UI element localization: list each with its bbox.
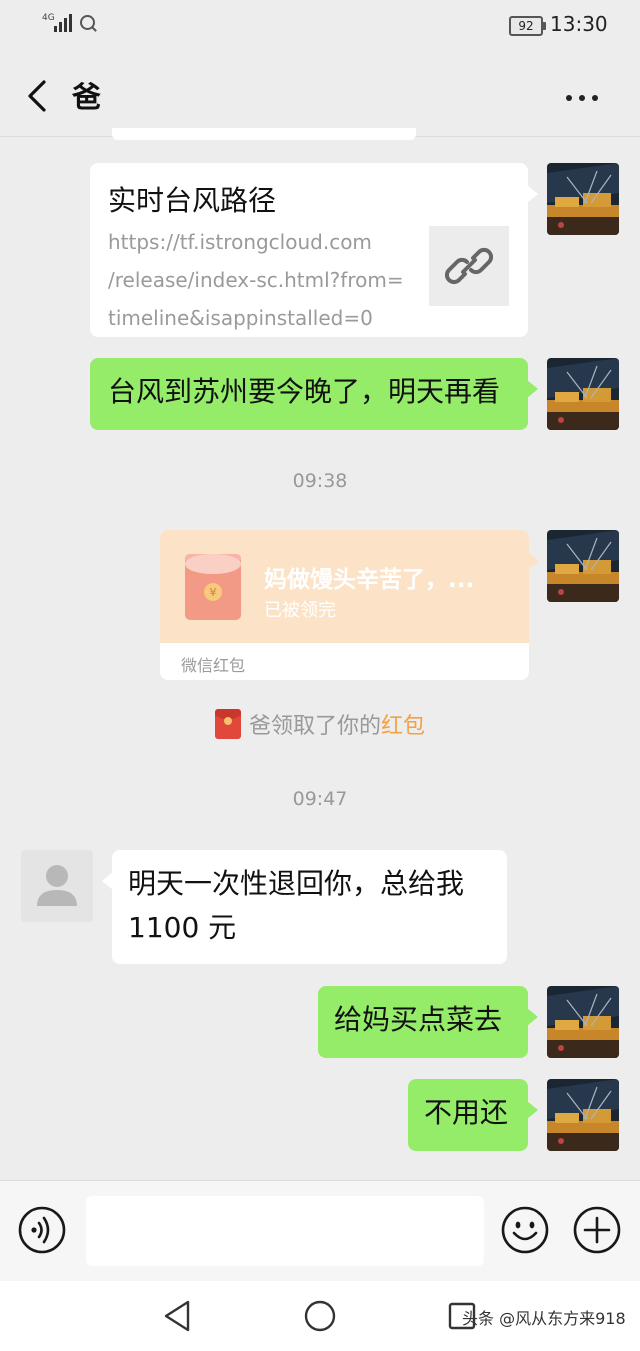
red-packet-footer: 微信红包 xyxy=(181,656,246,675)
timestamp: 09:47 xyxy=(292,788,348,810)
red-packet-icon: ¥ xyxy=(184,552,242,622)
my-avatar[interactable] xyxy=(547,1079,619,1151)
red-packet-message[interactable]: ¥ 妈做馒头辛苦了，... 已被领完 微信红包 xyxy=(160,530,539,680)
previous-message-edge xyxy=(112,128,416,140)
link-icon xyxy=(429,226,509,306)
my-avatar[interactable] xyxy=(547,358,619,430)
my-avatar[interactable] xyxy=(547,530,619,602)
link-url-line: /release/index-sc.html?from= xyxy=(108,268,404,292)
signal-icon xyxy=(54,14,74,32)
more-options-icon[interactable] xyxy=(566,86,610,102)
message-line: 明天一次性退回你，总给我 xyxy=(128,867,465,900)
my-avatar[interactable] xyxy=(547,986,619,1058)
nav-home-icon[interactable] xyxy=(302,1298,338,1334)
red-packet-link[interactable]: 红包 xyxy=(381,714,425,739)
system-nav-bar: 头条 @风从东方来918 xyxy=(0,1281,640,1351)
status-bar: 4G 92 13:30 xyxy=(0,0,640,50)
search-icon xyxy=(80,15,95,30)
link-title: 实时台风路径 xyxy=(108,184,277,217)
input-bar xyxy=(0,1180,640,1281)
message-line: 1100 元 xyxy=(128,911,237,944)
red-packet-body: ¥ 妈做馒头辛苦了，... 已被领完 xyxy=(160,530,529,643)
outgoing-message[interactable]: 台风到苏州要今晚了，明天再看 xyxy=(90,358,538,430)
voice-input-icon[interactable] xyxy=(17,1205,67,1255)
watermark: 头条 @风从东方来918 xyxy=(462,1309,626,1328)
link-url: https://tf.istrongcloud.com /release/ind… xyxy=(108,223,408,337)
red-packet-title: 妈做馒头辛苦了，... xyxy=(264,567,475,593)
back-arrow-icon[interactable] xyxy=(24,76,54,116)
nav-back-icon[interactable] xyxy=(160,1298,196,1334)
outgoing-message[interactable]: 给妈买点菜去 xyxy=(318,986,538,1058)
link-url-line: timeline&isappinstalled=0 xyxy=(108,306,373,330)
battery-icon: 92 xyxy=(509,16,546,36)
link-card-message[interactable]: 实时台风路径 https://tf.istrongcloud.com /rele… xyxy=(90,163,538,337)
red-packet-small-icon xyxy=(214,709,241,739)
network-type: 4G xyxy=(42,13,55,23)
notice-text: 爸领取了你的 xyxy=(248,714,381,739)
chat-header: 爸 xyxy=(0,52,640,137)
svg-text:¥: ¥ xyxy=(210,586,217,599)
incoming-message[interactable]: 明天一次性退回你，总给我 1100 元 xyxy=(102,850,507,964)
clock: 13:30 xyxy=(550,12,608,36)
outgoing-message[interactable]: 不用还 xyxy=(408,1079,538,1151)
red-packet-status: 已被领完 xyxy=(264,600,336,621)
plus-icon[interactable] xyxy=(572,1205,622,1255)
timestamp: 09:38 xyxy=(292,470,348,492)
contact-avatar[interactable] xyxy=(21,850,93,922)
chat-title: 爸 xyxy=(72,80,102,114)
red-packet-claimed-notice: 爸领取了你的红包 xyxy=(0,708,640,740)
emoji-icon[interactable] xyxy=(500,1205,550,1255)
link-url-line: https://tf.istrongcloud.com xyxy=(108,230,372,254)
message-input[interactable] xyxy=(86,1196,484,1266)
my-avatar[interactable] xyxy=(547,163,619,235)
